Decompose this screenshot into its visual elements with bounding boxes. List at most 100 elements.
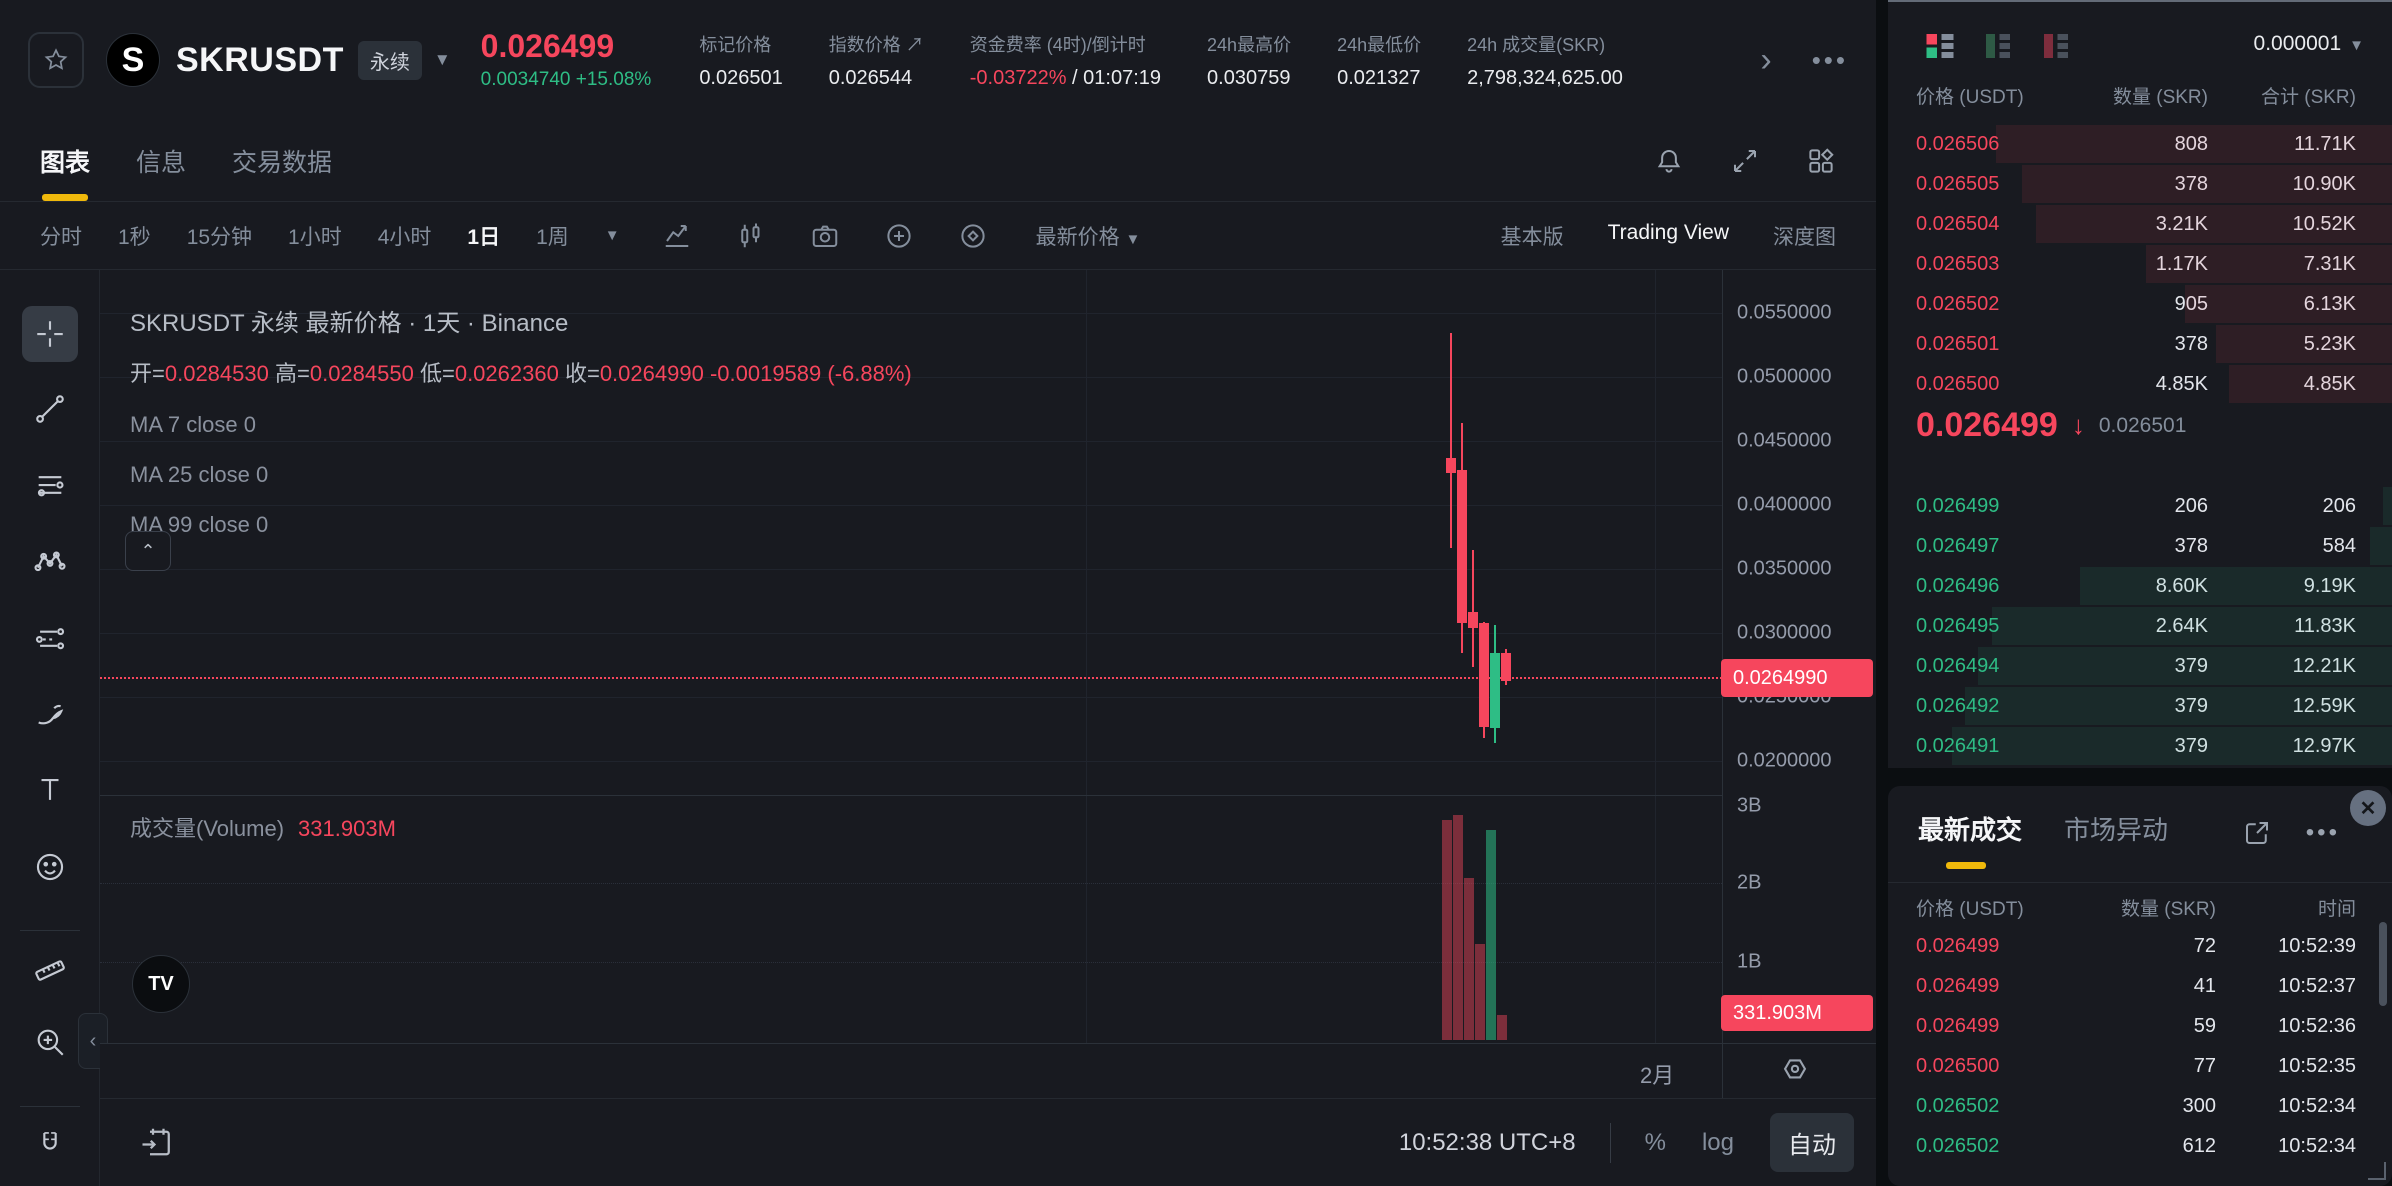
emoji-tool[interactable] <box>22 839 78 895</box>
magnet-tool[interactable] <box>22 1117 78 1173</box>
chart-toolbar: 分时 1秒 15分钟 1小时 4小时 1日 1周 ▼ <box>0 202 1876 270</box>
volume-bar <box>1486 830 1496 1040</box>
percent-scale-button[interactable]: % <box>1645 1129 1666 1157</box>
view-mode-Trading View[interactable]: Trading View <box>1608 221 1729 251</box>
trades-scrollbar[interactable] <box>2379 922 2387 1006</box>
interval-1日[interactable]: 1日 <box>467 221 500 251</box>
bid-row[interactable]: 0.026499206206 <box>1888 486 2392 526</box>
auto-scale-button[interactable]: 自动 <box>1770 1113 1854 1172</box>
interval-1小时[interactable]: 1小时 <box>288 221 342 251</box>
bid-row[interactable]: 0.0264952.64K11.83K <box>1888 606 2392 646</box>
replay-target-icon[interactable] <box>958 221 988 251</box>
log-scale-button[interactable]: log <box>1702 1129 1734 1157</box>
layout-grid-icon[interactable] <box>1806 146 1836 176</box>
ask-row[interactable]: 0.0265004.85K4.85K <box>1888 364 2392 404</box>
ruler-tool[interactable] <box>22 938 78 994</box>
xabcd-pattern-tool[interactable] <box>22 534 78 590</box>
trend-line-tool[interactable] <box>22 381 78 437</box>
trend-line-icon <box>33 392 67 426</box>
interval-1秒[interactable]: 1秒 <box>118 221 151 251</box>
chart-canvas[interactable]: SKRUSDT 永续 最新价格 · 1天 · Binance 开=0.02845… <box>100 270 1722 1043</box>
volume-tag: 331.903M <box>1721 995 1873 1031</box>
ask-row[interactable]: 0.0265031.17K7.31K <box>1888 244 2392 284</box>
candle-body <box>1479 623 1489 727</box>
interval-4小时[interactable]: 4小时 <box>378 221 432 251</box>
tradingview-logo[interactable]: TV <box>132 955 190 1013</box>
view-mode-基本版[interactable]: 基本版 <box>1501 221 1564 251</box>
bid-row[interactable]: 0.02649437912.21K <box>1888 646 2392 686</box>
legend-collapse-button[interactable]: ⌃ <box>125 531 171 571</box>
favorite-button[interactable] <box>28 32 84 88</box>
interval-分时[interactable]: 分时 <box>40 221 82 251</box>
view-mode-深度图[interactable]: 深度图 <box>1773 221 1836 251</box>
tick-size-dropdown[interactable]: 0.000001▼ <box>2254 32 2364 56</box>
bid-row[interactable]: 0.02649237912.59K <box>1888 686 2392 726</box>
price-type-dropdown[interactable]: 最新价格 ▼ <box>1036 221 1141 251</box>
trades-tab-市场异动[interactable]: 市场异动 <box>2064 810 2168 869</box>
close-panel-icon[interactable]: ✕ <box>2350 790 2386 826</box>
goto-date-icon[interactable] <box>138 1125 174 1161</box>
bid-row[interactable]: 0.0264968.60K9.19K <box>1888 566 2392 606</box>
page-tab-交易数据[interactable]: 交易数据 <box>232 120 332 201</box>
stats-scroll-right-icon[interactable]: › <box>1760 43 1771 77</box>
trade-row[interactable]: 0.02650230010:52:34 <box>1888 1086 2392 1126</box>
indicators-icon[interactable] <box>662 221 692 251</box>
brush-tool[interactable] <box>22 686 78 742</box>
legend-title[interactable]: SKRUSDT 永续 最新价格 · 1天 · Binance <box>130 303 912 338</box>
trade-row[interactable]: 0.02650261210:52:34 <box>1888 1126 2392 1166</box>
ma-label[interactable]: MA 7 close 0 <box>130 412 912 438</box>
page-tab-图表[interactable]: 图表 <box>40 120 90 201</box>
orderbook-view-asks-icon[interactable] <box>2038 28 2074 64</box>
symbol-dropdown-caret-icon[interactable]: ▼ <box>434 50 451 70</box>
bid-row[interactable]: 0.026497378584 <box>1888 526 2392 566</box>
crosshair-tool[interactable] <box>22 306 78 362</box>
page-tab-信息[interactable]: 信息 <box>136 120 186 201</box>
trades-tab-最新成交[interactable]: 最新成交 <box>1918 810 2022 869</box>
orderbook-mid-price[interactable]: 0.026499 ↓ 0.026501 <box>1916 406 2186 445</box>
interval-1周[interactable]: 1周 <box>536 221 569 251</box>
axis-settings-icon[interactable] <box>1778 1054 1812 1088</box>
trade-time: 10:52:35 <box>2216 1055 2356 1078</box>
ask-rows: 0.02650680811.71K0.02650537810.90K0.0265… <box>1888 124 2392 404</box>
text-tool[interactable] <box>22 762 78 818</box>
trades-more-icon[interactable]: ••• <box>2306 819 2340 847</box>
trade-row[interactable]: 0.0264995910:52:36 <box>1888 1006 2392 1046</box>
trade-row[interactable]: 0.0264994110:52:37 <box>1888 966 2392 1006</box>
popout-external-link-icon[interactable] <box>2242 818 2272 848</box>
header-more-icon[interactable]: ••• <box>1812 45 1848 76</box>
interval-dropdown-caret-icon[interactable]: ▼ <box>605 227 620 244</box>
coin-logo: S <box>106 33 160 87</box>
candle-body <box>1501 653 1511 681</box>
trade-price: 0.026500 <box>1916 1055 2066 1078</box>
add-alert-plus-icon[interactable] <box>884 221 914 251</box>
trades-resize-handle[interactable] <box>2368 1162 2386 1180</box>
fullscreen-expand-icon[interactable] <box>1730 146 1760 176</box>
header-stat: 24h 成交量(SKR)2,798,324,625.00 <box>1467 31 1623 90</box>
symbol-name[interactable]: SKRUSDT <box>176 41 344 80</box>
clock-time[interactable]: 10:52:38 UTC+8 <box>1399 1129 1576 1157</box>
pane-separator[interactable] <box>100 795 1722 796</box>
zoom-in-tool[interactable] <box>22 1014 78 1070</box>
ma-label[interactable]: MA 25 close 0 <box>130 462 912 488</box>
ask-row[interactable]: 0.0265013785.23K <box>1888 324 2392 364</box>
chart-style-candles-icon[interactable] <box>736 221 766 251</box>
trade-row[interactable]: 0.0264997210:52:39 <box>1888 926 2392 966</box>
orderbook-panel: 0.000001▼ 价格 (USDT)数量 (SKR)合计 (SKR) 0.02… <box>1888 2 2392 768</box>
ask-row[interactable]: 0.0265029056.13K <box>1888 284 2392 324</box>
ask-row[interactable]: 0.0265043.21K10.52K <box>1888 204 2392 244</box>
orderbook-view-bids-icon[interactable] <box>1980 28 2016 64</box>
fib-lines-tool[interactable] <box>22 457 78 513</box>
header-stat: 指数价格 ↗0.026544 <box>829 31 924 90</box>
orderbook-view-both-icon[interactable] <box>1922 28 1958 64</box>
interval-15分钟[interactable]: 15分钟 <box>187 221 252 251</box>
time-axis[interactable]: 2月 <box>100 1043 1876 1098</box>
screenshot-camera-icon[interactable] <box>810 221 840 251</box>
price-axis[interactable]: 0.05500000.05000000.04500000.04000000.03… <box>1722 270 1876 1043</box>
bid-row[interactable]: 0.02649137912.97K <box>1888 726 2392 766</box>
forecast-tool[interactable] <box>22 610 78 666</box>
ask-row[interactable]: 0.02650680811.71K <box>1888 124 2392 164</box>
ma-label[interactable]: MA 99 close 0 <box>130 512 912 538</box>
alert-bell-icon[interactable] <box>1654 146 1684 176</box>
trade-row[interactable]: 0.0265007710:52:35 <box>1888 1046 2392 1086</box>
ask-row[interactable]: 0.02650537810.90K <box>1888 164 2392 204</box>
